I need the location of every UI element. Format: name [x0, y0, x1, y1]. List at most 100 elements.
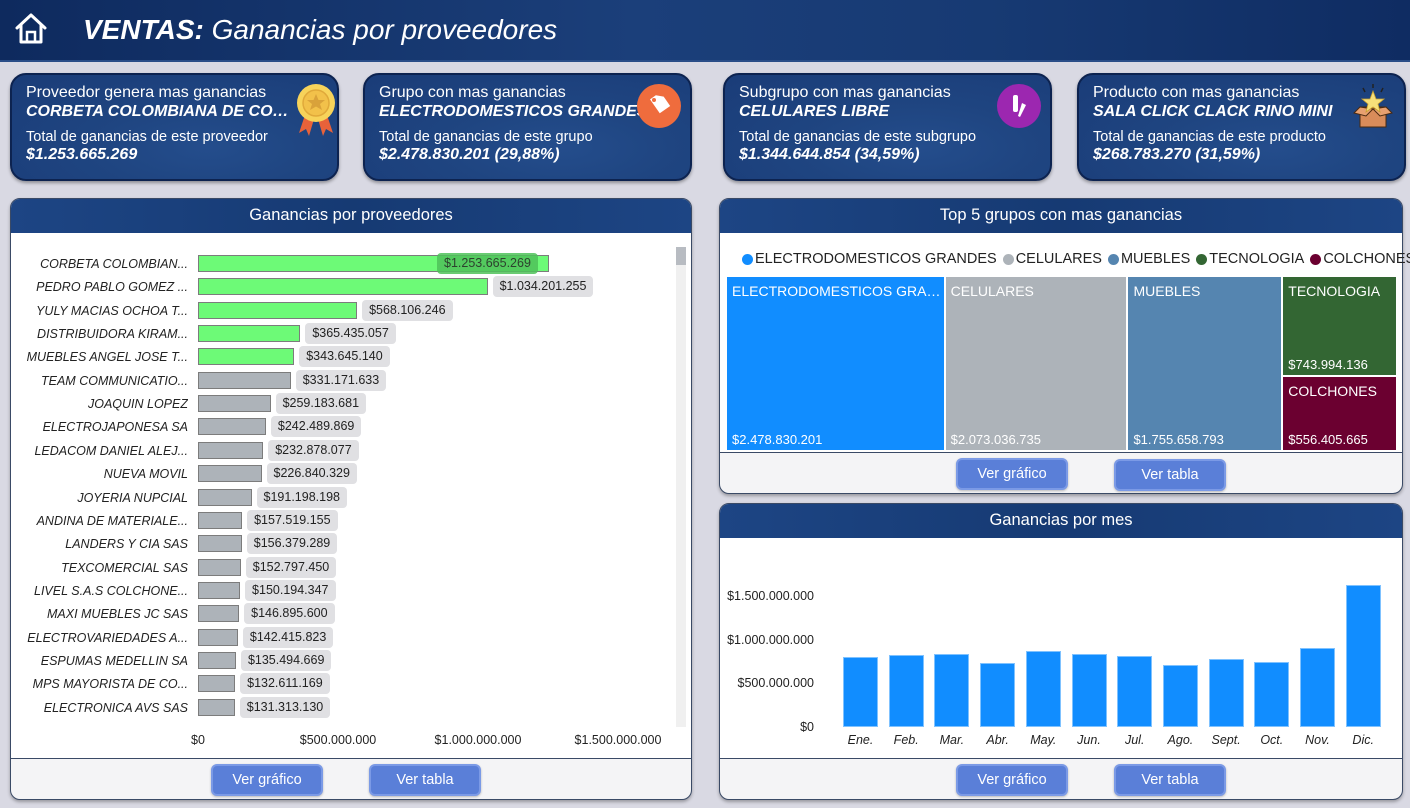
legend-item[interactable]: COLCHONES [1310, 251, 1410, 267]
legend-label: COLCHONES [1323, 251, 1410, 267]
bar[interactable] [1025, 651, 1061, 727]
treemap-cell-value: $2.478.830.201 [732, 432, 823, 447]
bar[interactable] [198, 675, 236, 693]
bar-row[interactable]: TEAM COMMUNICATIO... $331.171.633 [0, 369, 700, 391]
bar-row[interactable]: NUEVA MOVIL $226.840.329 [0, 463, 700, 485]
bar-category-label: LANDERS Y CIA SAS [65, 537, 188, 552]
treemap-cell[interactable]: ELECTRODOMESTICOS GRAN... $2.478.830.201 [726, 276, 945, 451]
bar-row[interactable]: LANDERS Y CIA SAS $156.379.289 [0, 533, 700, 555]
treemap-cell-name: TECNOLOGIA [1288, 283, 1381, 299]
bar-row[interactable]: YULY MACIAS OCHOA T... $568.106.246 [0, 299, 700, 321]
bar[interactable] [1345, 584, 1381, 727]
bar[interactable] [843, 657, 878, 727]
bar[interactable] [1117, 656, 1153, 727]
bar-category-label: MUEBLES ANGEL JOSE T... [26, 350, 188, 365]
bar[interactable] [198, 628, 238, 646]
y-axis-tick-label: $1.000.000.000 [727, 632, 814, 647]
bar-row[interactable]: ELECTROVARIEDADES A... $142.415.823 [0, 626, 700, 648]
bar-row[interactable]: CORBETA COLOMBIAN... $1.253.665.269 [0, 253, 700, 274]
bar[interactable] [1071, 653, 1107, 727]
bar-row[interactable]: MPS MAYORISTA DE CO... $132.611.169 [0, 673, 700, 695]
kpi-total: $268.783.270 (31,59%) [1093, 146, 1261, 163]
treemap-cell[interactable]: COLCHONES $556.405.665 [1282, 376, 1397, 451]
bar[interactable] [198, 605, 240, 623]
bar[interactable] [198, 535, 242, 553]
bar[interactable] [1162, 664, 1198, 727]
view-table-button[interactable]: Ver tabla [369, 764, 481, 796]
bar-row[interactable]: DISTRIBUIDORA KIRAM... $365.435.057 [0, 323, 700, 345]
bar-row[interactable]: MAXI MUEBLES JC SAS $146.895.600 [0, 603, 700, 625]
scrollbar-track[interactable] [676, 247, 686, 727]
x-axis-tick-label: Mar. [939, 733, 965, 747]
bar-category-label: ESPUMAS MEDELLIN SA [40, 653, 188, 668]
view-chart-button[interactable]: Ver gráfico [956, 764, 1068, 796]
price-tag-icon [637, 84, 681, 128]
view-table-button[interactable]: Ver tabla [1114, 764, 1226, 796]
treemap-cell-name: ELECTRODOMESTICOS GRAN... [732, 283, 943, 299]
bar[interactable] [198, 488, 252, 506]
bar[interactable] [198, 395, 271, 413]
bar-row[interactable]: JOYERIA NUPCIAL $191.198.198 [0, 486, 700, 508]
bar[interactable] [980, 663, 1016, 727]
bar-row[interactable]: JOAQUIN LOPEZ $259.183.681 [0, 393, 700, 415]
treemap-cell[interactable]: TECNOLOGIA $743.994.136 [1282, 276, 1397, 377]
y-axis-tick-label: $0 [800, 720, 814, 734]
bar-data-label: $242.489.869 [270, 416, 362, 438]
kpi-total: $1.253.665.269 [26, 146, 138, 163]
bar[interactable] [198, 511, 243, 529]
bar-row[interactable]: ELECTROJAPONESA SA $242.489.869 [0, 416, 700, 438]
legend-item[interactable]: ELECTRODOMESTICOS GRANDES [742, 251, 997, 267]
legend-label: ELECTRODOMESTICOS GRANDES [755, 251, 997, 267]
y-axis-tick-label: $500.000.000 [737, 676, 814, 691]
treemap-cell[interactable]: CELULARES $2.073.036.735 [944, 276, 1128, 451]
bar-data-label: $191.198.198 [256, 486, 347, 508]
bar[interactable] [934, 653, 970, 727]
view-table-button[interactable]: Ver tabla [1114, 459, 1226, 491]
bar[interactable] [198, 278, 488, 296]
legend-label: TECNOLOGIA [1209, 251, 1305, 267]
bar-row[interactable]: TEXCOMERCIAL SAS $152.797.450 [0, 556, 700, 578]
scrollbar-thumb[interactable] [676, 247, 686, 265]
legend-item[interactable]: CELULARES [1002, 251, 1102, 267]
bar-category-label: DISTRIBUIDORA KIRAM... [37, 327, 188, 342]
bar[interactable] [888, 655, 924, 727]
view-chart-button[interactable]: Ver gráfico [956, 458, 1068, 490]
bar[interactable] [1300, 648, 1335, 727]
bar-row[interactable]: LEDACOM DANIEL ALEJ... $232.878.077 [0, 439, 700, 461]
bar[interactable] [198, 418, 266, 436]
legend-item[interactable]: TECNOLOGIA [1196, 251, 1304, 267]
bar-row[interactable]: ANDINA DE MATERIALE... $157.519.155 [0, 509, 700, 531]
legend-item[interactable]: MUEBLES [1107, 251, 1190, 267]
kpi-sub-label: Total de ganancias de este proveedor [26, 129, 268, 145]
treemap-cell[interactable]: MUEBLES $1.755.658.793 [1127, 276, 1283, 451]
x-axis-tick-label: Abr. [986, 733, 1009, 747]
bar[interactable] [198, 441, 264, 459]
treemap-cell-value: $743.994.136 [1288, 357, 1368, 373]
bar-row[interactable]: LIVEL S.A.S COLCHONE... $150.194.347 [0, 579, 700, 601]
bar-row[interactable]: PEDRO PABLO GOMEZ ... $1.034.201.255 [0, 276, 700, 298]
bar[interactable] [198, 325, 301, 343]
bar[interactable] [198, 581, 241, 599]
bar[interactable] [1254, 662, 1290, 727]
bar-category-label: LIVEL S.A.S COLCHONE... [34, 583, 188, 598]
bar-row[interactable]: ESPUMAS MEDELLIN SA $135.494.669 [0, 649, 700, 671]
bar-row[interactable]: MUEBLES ANGEL JOSE T... $343.645.140 [0, 346, 700, 368]
kpi-sub-label: Total de ganancias de este subgrupo [739, 129, 977, 145]
view-chart-button[interactable]: Ver gráfico [211, 764, 323, 796]
bar[interactable] [198, 651, 236, 669]
bar-category-label: YULY MACIAS OCHOA T... [36, 303, 188, 318]
bar[interactable] [198, 371, 291, 389]
bar-data-label: $156.379.289 [246, 533, 338, 555]
bar[interactable] [198, 698, 235, 716]
kpi-value: SALA CLICK CLACK RINO MINI [1093, 103, 1333, 120]
bar-data-label: $132.611.169 [240, 673, 330, 695]
bar[interactable] [198, 348, 295, 366]
bar[interactable] [198, 301, 358, 319]
bar-row[interactable]: ELECTRONICA AVS SAS $131.313.130 [0, 696, 700, 718]
treemap-cell-value: $556.405.665 [1288, 431, 1368, 447]
bar-data-label: $343.645.140 [299, 346, 390, 368]
home-button[interactable] [12, 10, 50, 48]
bar[interactable] [198, 558, 241, 576]
bar[interactable] [1208, 658, 1244, 727]
bar[interactable] [198, 465, 262, 483]
